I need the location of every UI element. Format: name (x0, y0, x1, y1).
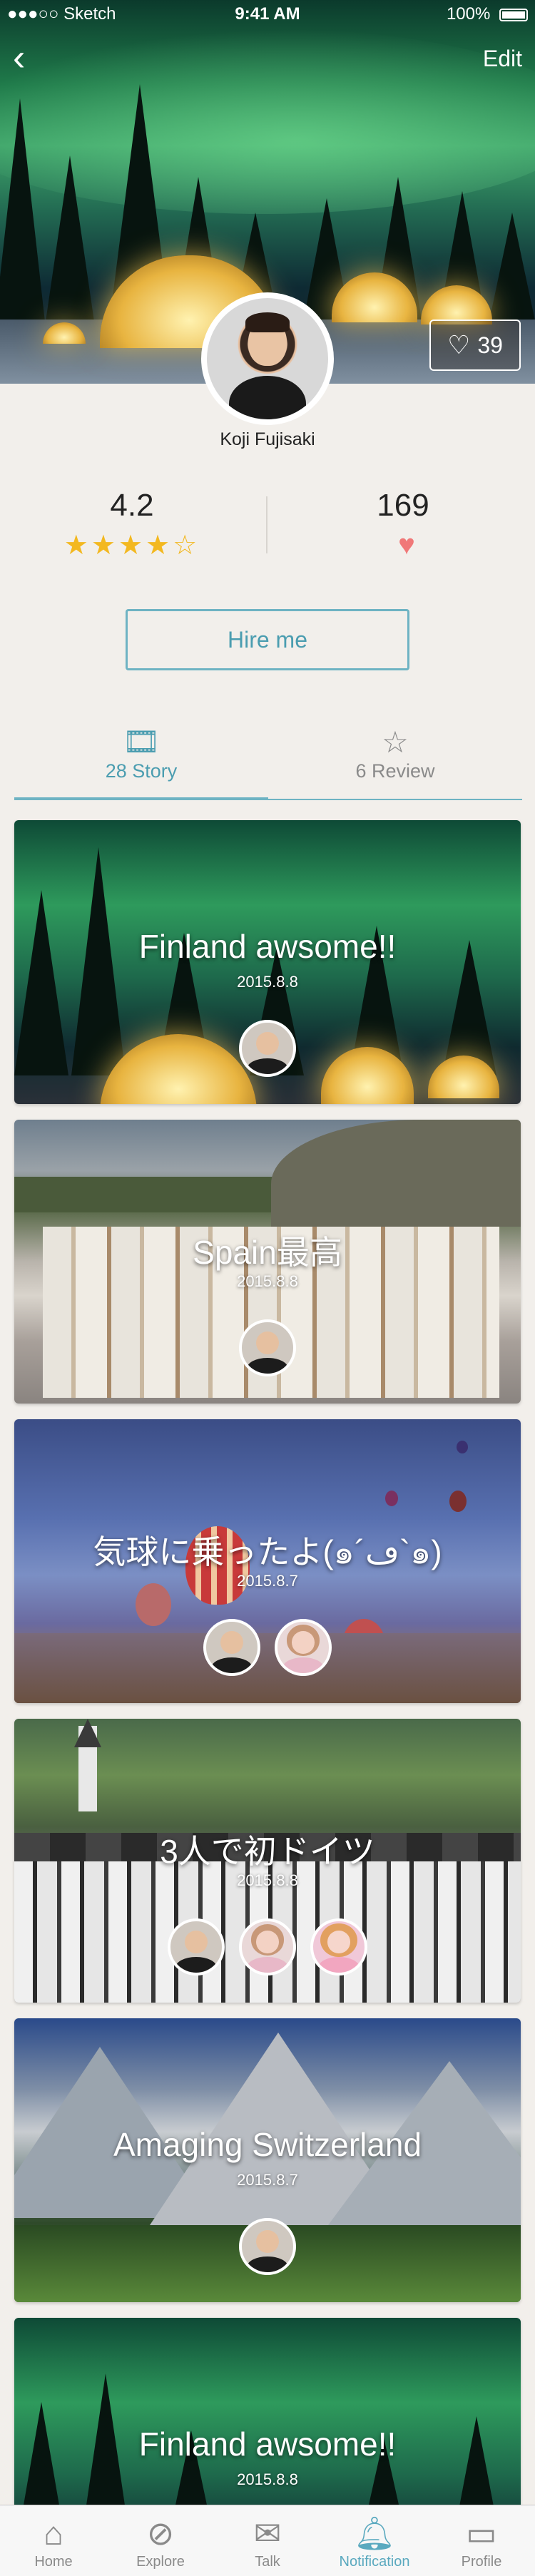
story-card[interactable]: Spain最高 2015.8.8 (14, 1120, 521, 1404)
rating-stars: ★★★★☆ (46, 529, 218, 561)
tab-review-label: 6 Review (355, 760, 435, 782)
heart-filled-icon: ♥ (398, 529, 415, 561)
story-title: 3人で初ドイツ (160, 1833, 375, 1870)
avatar (239, 1020, 296, 1077)
bottom-tab-bar: ⌂ Home ⊘ Explore ✉ Talk 🔔︎ Notification … (0, 2505, 535, 2576)
tabbar-item-explore[interactable]: ⊘ Explore (107, 2513, 214, 2570)
story-date: 2015.8.8 (237, 1272, 298, 1290)
tab-story-label: 28 Story (105, 760, 178, 782)
tabbar-label: Explore (136, 2554, 185, 2570)
avatar (203, 1619, 260, 1676)
tabbar-item-profile[interactable]: ▭ Profile (428, 2513, 535, 2570)
film-icon: 🎞 (122, 725, 160, 758)
tabbar-item-home[interactable]: ⌂ Home (0, 2513, 107, 2570)
star-filled-icon: ★ (118, 531, 146, 561)
story-title: Amaging Switzerland (113, 2126, 422, 2163)
star-filled-icon: ★ (146, 531, 173, 561)
story-card[interactable]: 3人で初ドイツ 2015.8.8 (14, 1719, 521, 2003)
story-title: Finland awsome!! (138, 2426, 397, 2463)
like-count: 39 (477, 332, 503, 358)
tab-story[interactable]: 🎞 28 Story (14, 725, 268, 800)
story-title: Spain最高 (193, 1234, 342, 1271)
story-date: 2015.8.8 (237, 973, 298, 991)
story-title: Finland awsome!! (138, 928, 397, 965)
star-filled-icon: ★ (91, 531, 118, 561)
profile-name: Koji Fujisaki (220, 429, 315, 449)
star-filled-icon: ★ (63, 531, 91, 561)
story-title: 気球に乗ったよ(๑´ڡ`๑) (93, 1533, 442, 1570)
stats-divider (266, 496, 268, 553)
battery-icon (499, 8, 528, 21)
home-icon: ⌂ (44, 2515, 63, 2552)
story-card[interactable]: Finland awsome!! 2015.8.8 (14, 820, 521, 1104)
tabbar-item-talk[interactable]: ✉ Talk (214, 2513, 321, 2570)
story-date: 2015.8.7 (237, 1572, 298, 1590)
like-count-button[interactable]: ♡ 39 (429, 320, 521, 371)
battery-indicator: 100% (447, 4, 528, 24)
avatar (275, 1619, 332, 1676)
tabbar-item-notification[interactable]: 🔔︎ Notification (321, 2513, 428, 2570)
star-icon: ☆ (382, 725, 409, 759)
avatar (310, 1918, 367, 1976)
compass-icon: ⊘ (146, 2515, 175, 2552)
avatar (168, 1918, 225, 1976)
tabbar-label: Notification (339, 2554, 410, 2570)
story-date: 2015.8.8 (237, 2470, 298, 2488)
story-card[interactable]: Amaging Switzerland 2015.8.7 (14, 2018, 521, 2302)
story-date: 2015.8.7 (237, 2171, 298, 2189)
avatar (239, 1319, 296, 1376)
mail-icon: ✉ (253, 2515, 282, 2552)
tabbar-label: Talk (255, 2554, 280, 2570)
status-bar: ●●●○○ Sketch 9:41 AM 100% (0, 0, 535, 29)
edit-button[interactable]: Edit (483, 46, 522, 72)
hire-me-button[interactable]: Hire me (126, 609, 409, 670)
id-card-icon: ▭ (466, 2515, 497, 2552)
heart-outline-icon: ♡ (447, 330, 471, 359)
battery-percent: 100% (446, 4, 491, 24)
tabbar-label: Home (34, 2554, 73, 2570)
hearts-count: 169 (377, 488, 429, 523)
back-button[interactable]: ‹ (13, 39, 41, 76)
rating-value: 4.2 (110, 488, 154, 523)
story-card[interactable]: 気球に乗ったよ(๑´ڡ`๑) 2015.8.7 (14, 1419, 521, 1703)
story-date: 2015.8.8 (237, 1871, 298, 1889)
tab-review[interactable]: ☆ 6 Review (268, 725, 522, 800)
bell-icon: 🔔︎ (353, 2515, 396, 2552)
star-empty-icon: ☆ (173, 531, 200, 561)
tabbar-label: Profile (461, 2554, 502, 2570)
avatar (239, 2218, 296, 2275)
profile-avatar[interactable] (201, 292, 334, 425)
avatar (239, 1918, 296, 1976)
